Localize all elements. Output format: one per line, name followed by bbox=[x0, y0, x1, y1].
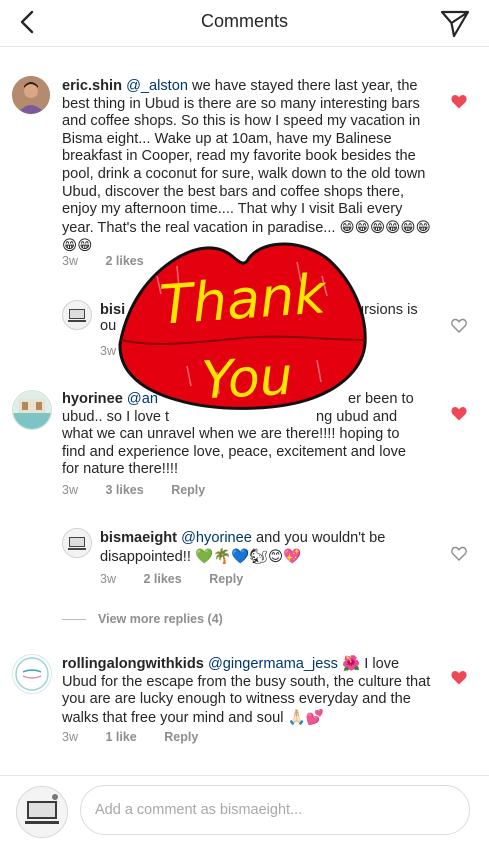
thank-you-lips-sticker: Thank You bbox=[118, 242, 367, 411]
sticker-text-you: You bbox=[200, 347, 294, 411]
heart-liked-icon[interactable] bbox=[451, 94, 467, 109]
reply-button[interactable]: Reply bbox=[164, 730, 198, 744]
avatar[interactable] bbox=[12, 654, 52, 694]
reply-mention[interactable]: @hyorinee bbox=[181, 530, 252, 546]
heart-outline-icon[interactable] bbox=[451, 318, 467, 333]
reply-time: 3w bbox=[100, 572, 116, 586]
reply-button[interactable]: Reply bbox=[171, 483, 205, 497]
heart-liked-icon[interactable] bbox=[451, 406, 467, 421]
view-more-replies-label: View more replies (4) bbox=[98, 612, 223, 626]
divider-line bbox=[62, 619, 86, 621]
comment-likes[interactable]: 3 likes bbox=[105, 483, 143, 497]
comment-composer bbox=[0, 775, 489, 845]
comment-inline-emoji: 🌺 bbox=[342, 655, 361, 672]
reply-time: 3w bbox=[100, 344, 116, 358]
comment-time: 3w bbox=[62, 730, 78, 744]
heart-liked-icon[interactable] bbox=[451, 670, 467, 685]
comment-mention[interactable]: @gingermama_jess bbox=[208, 656, 338, 672]
reply-username[interactable]: bismaeight bbox=[100, 530, 177, 546]
page-title: Comments bbox=[200, 11, 289, 31]
reply-meta: 3w 2 likes Reply bbox=[100, 572, 267, 586]
comment-mention[interactable]: @_alston bbox=[126, 78, 188, 94]
comment-time: 3w bbox=[62, 254, 78, 268]
comment-username[interactable]: hyorinee bbox=[62, 391, 123, 407]
comment-likes[interactable]: 1 like bbox=[105, 730, 136, 744]
comment-username[interactable]: eric.shin bbox=[62, 78, 122, 94]
comment-text-line4: find and experience love, peace, excitem… bbox=[62, 443, 406, 460]
reply-emojis: 💚🌴💙🐿😊💖 bbox=[194, 547, 302, 565]
avatar[interactable] bbox=[62, 300, 92, 330]
comment-text: rollingalongwithkids @gingermama_jess 🌺 … bbox=[62, 655, 434, 727]
reply-likes[interactable]: 2 likes bbox=[143, 572, 181, 586]
comment-text-line2-tail: ng ubud and bbox=[316, 408, 398, 425]
comment-body: we have stayed there last year, the best… bbox=[62, 78, 426, 236]
view-more-replies-link[interactable]: View more replies (4) bbox=[62, 612, 223, 626]
comment-username[interactable]: rollingalongwithkids bbox=[62, 656, 204, 672]
comment-text-line5: for nature there!!!! bbox=[62, 461, 179, 478]
reply-text-line2: ou bbox=[100, 318, 117, 334]
comment-text: eric.shin @_alston we have stayed there … bbox=[62, 78, 432, 256]
avatar[interactable] bbox=[12, 76, 50, 114]
reply-button[interactable]: Reply bbox=[209, 572, 243, 586]
reply-text: bismaeight @hyorinee and you wouldn't be… bbox=[100, 530, 430, 566]
comment-text-line2: ubud.. so I love t bbox=[62, 408, 170, 425]
direct-message-icon[interactable] bbox=[439, 7, 471, 39]
heart-outline-icon[interactable] bbox=[451, 546, 467, 561]
comment-text-line3: what we can unravel when we are there!!!… bbox=[62, 426, 400, 443]
avatar[interactable] bbox=[16, 786, 68, 838]
avatar[interactable] bbox=[62, 528, 92, 558]
comment-emojis: 🙏🏻💕 bbox=[287, 708, 324, 726]
comment-time: 3w bbox=[62, 483, 78, 497]
comment-meta: 3w 1 like Reply bbox=[62, 730, 222, 744]
header-bar: Comments bbox=[0, 0, 489, 47]
sticker-text-thank: Thank bbox=[158, 262, 331, 337]
comment-meta: 3w 3 likes Reply bbox=[62, 483, 229, 497]
avatar[interactable] bbox=[12, 390, 52, 430]
comment-input[interactable] bbox=[80, 785, 470, 835]
